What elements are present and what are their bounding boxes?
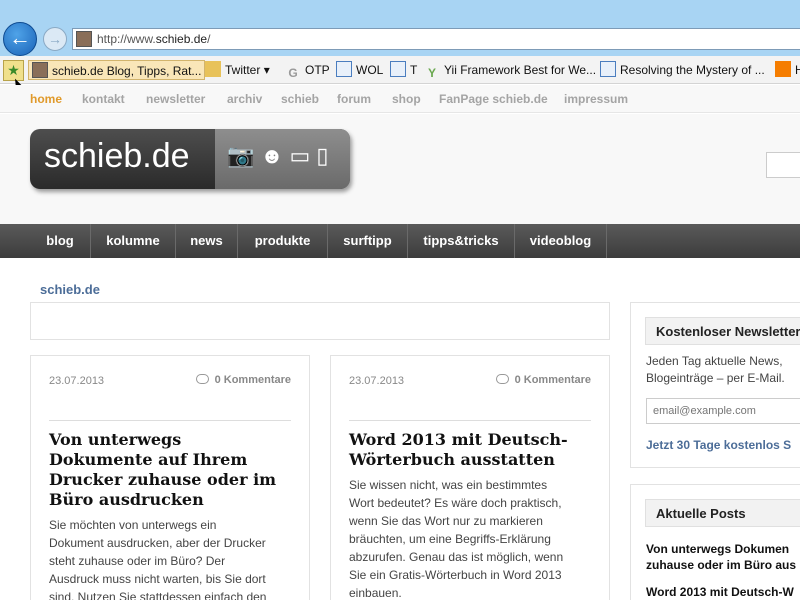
post-comments-link[interactable]: 0 Kommentare <box>495 374 591 386</box>
post-excerpt: Sie wissen nicht, was ein bestimmtes Wort… <box>349 478 564 600</box>
newsletter-widget: Kostenloser Newsletter Jeden Tag aktuell… <box>630 302 800 468</box>
topnav-impressum[interactable]: impressum <box>564 92 628 106</box>
ie-page-icon <box>336 61 352 77</box>
topnav-newsletter[interactable]: newsletter <box>146 92 205 106</box>
nav-kolumne[interactable]: kolumne <box>91 224 176 258</box>
post-title[interactable]: Word 2013 mit Deutsch- Wörterbuch ausstat… <box>349 430 599 470</box>
topnav-archiv[interactable]: archiv <box>227 92 262 106</box>
newsletter-heading: Kostenloser Newsletter <box>645 317 800 345</box>
dropdown-arrow-icon: ▾ <box>263 63 270 77</box>
recent-post-link[interactable]: Word 2013 mit Deutsch-W <box>646 584 794 600</box>
post-card: 23.07.2013 0 Kommentare Von unterwegs Dok… <box>30 355 310 600</box>
google-g-icon: G <box>288 66 298 80</box>
divider <box>49 420 291 421</box>
newsletter-subscribe-link[interactable]: Jetzt 30 Tage kostenlos S <box>646 438 791 452</box>
fav-h[interactable]: H <box>775 60 800 80</box>
yii-icon: Y <box>427 66 436 80</box>
fav-yii[interactable]: Y Yii Framework Best for We... <box>424 60 596 80</box>
topnav-schieb[interactable]: schieb <box>281 92 319 106</box>
post-comments-link[interactable]: 0 Kommentare <box>195 374 291 386</box>
fav-t[interactable]: T <box>390 60 417 80</box>
address-bar[interactable]: http://www.schieb.de/ <box>72 28 800 50</box>
content-banner <box>30 302 610 340</box>
nav-surftipp[interactable]: surftipp <box>328 224 408 258</box>
comment-bubble-icon <box>495 374 509 384</box>
site-top-nav: home kontakt newsletter archiv schieb fo… <box>0 85 800 113</box>
nav-videoblog[interactable]: videoblog <box>515 224 607 258</box>
favorites-bar: ★ schieb.de Blog, Tipps, Rat... Twitter … <box>0 56 800 84</box>
schieb-favicon-icon <box>32 62 48 78</box>
nav-blog[interactable]: blog <box>30 224 91 258</box>
topnav-fanpage[interactable]: FanPage schieb.de <box>439 92 548 106</box>
post-excerpt: Sie möchten von unterwegs ein Dokument au… <box>49 518 267 600</box>
divider <box>349 420 591 421</box>
post-date: 23.07.2013 <box>349 375 405 387</box>
site-header: schieb.de 📷☻▭▯ <box>0 114 800 224</box>
forward-button[interactable]: → <box>43 27 67 51</box>
nav-tippstricks[interactable]: tipps&tricks <box>408 224 515 258</box>
back-button[interactable]: ← <box>3 22 37 56</box>
newsletter-text: Jeden Tag aktuelle News, Blogeinträge – p… <box>646 354 785 385</box>
gadget-icons: 📷☻▭▯ <box>227 143 335 168</box>
fav-otp[interactable]: G OTP <box>285 60 329 80</box>
email-field[interactable] <box>646 398 800 424</box>
recent-posts-widget: Aktuelle Posts Von unterwegs Dokumen zuha… <box>630 484 800 600</box>
site-favicon-icon <box>76 31 92 47</box>
topnav-home[interactable]: home <box>30 92 62 106</box>
comment-bubble-icon <box>195 374 209 384</box>
logo-icon-strip: 📷☻▭▯ <box>215 129 350 189</box>
blogger-icon <box>775 61 791 77</box>
site-logo[interactable]: schieb.de 📷☻▭▯ <box>30 129 350 189</box>
post-title[interactable]: Von unterwegs Dokumente auf Ihrem Drucker … <box>49 430 299 510</box>
recent-post-link[interactable]: Von unterwegs Dokumen zuhause oder im Bür… <box>646 541 796 573</box>
post-card: 23.07.2013 0 Kommentare Word 2013 mit De… <box>330 355 610 600</box>
favorites-star-icon[interactable]: ★ <box>3 60 24 81</box>
fav-schieb[interactable]: schieb.de Blog, Tipps, Rat... <box>28 60 206 80</box>
topnav-forum[interactable]: forum <box>337 92 371 106</box>
nav-news[interactable]: news <box>176 224 238 258</box>
fav-twitter[interactable]: Twitter ▾ <box>205 60 270 80</box>
recent-posts-heading: Aktuelle Posts <box>645 499 800 527</box>
folder-icon <box>205 61 221 77</box>
nav-produkte[interactable]: produkte <box>238 224 328 258</box>
url-text: http://www.schieb.de/ <box>97 32 211 46</box>
fav-wol[interactable]: WOL <box>336 60 383 80</box>
main-nav: blog kolumne news produkte surftipp tipp… <box>0 224 800 258</box>
ie-page-icon <box>600 61 616 77</box>
post-date: 23.07.2013 <box>49 375 105 387</box>
fav-resolving[interactable]: Resolving the Mystery of ... <box>600 60 765 80</box>
topnav-kontakt[interactable]: kontakt <box>82 92 125 106</box>
ie-page-icon <box>390 61 406 77</box>
search-input[interactable] <box>766 152 800 178</box>
topnav-shop[interactable]: shop <box>392 92 421 106</box>
breadcrumb[interactable]: schieb.de <box>40 282 100 297</box>
